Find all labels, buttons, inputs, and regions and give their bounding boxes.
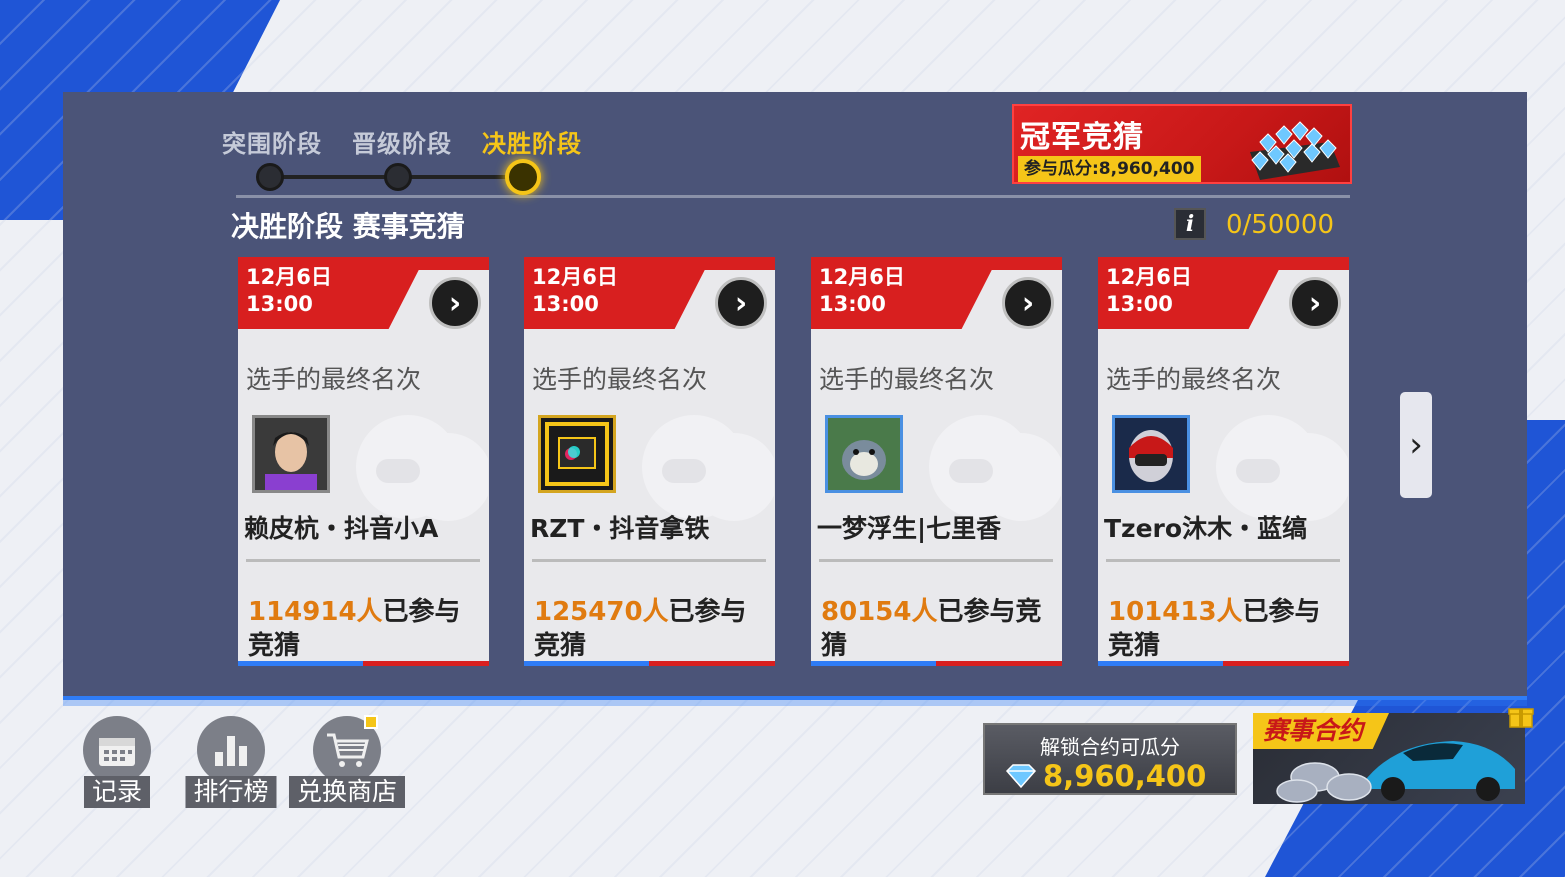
next-page-button[interactable]: › [1400, 392, 1432, 498]
player-name: RZT・抖音拿铁 [530, 514, 710, 543]
divider [236, 195, 1350, 198]
bar-chart-icon [197, 716, 265, 784]
card-bottom-bar [524, 661, 775, 666]
participant-count: 114914人已参与竞猜 [248, 595, 483, 663]
avatar [1112, 415, 1190, 493]
divider [819, 559, 1053, 562]
player-name: 赖皮杭・抖音小A [244, 514, 439, 543]
card-subtitle: 选手的最终名次 [1106, 365, 1282, 394]
record-button[interactable]: 记录 [57, 716, 177, 811]
champion-subtitle: 参与瓜分:8,960,400 [1018, 156, 1201, 182]
stage-dot[interactable] [256, 163, 284, 191]
tab-breakout-stage[interactable]: 突围阶段 [222, 124, 322, 159]
gift-icon[interactable] [1508, 703, 1534, 729]
chevron-right-icon[interactable]: › [1002, 277, 1054, 329]
card-bottom-bar [238, 661, 489, 666]
avatar [538, 415, 616, 493]
stage-dot-active[interactable] [505, 159, 541, 195]
chevron-right-icon[interactable]: › [429, 277, 481, 329]
card-time: 13:00 [246, 292, 313, 316]
chevron-right-icon[interactable]: › [1289, 277, 1341, 329]
tab-promotion-stage[interactable]: 晋级阶段 [352, 124, 452, 159]
player-name: 一梦浮生|七里香 [817, 514, 1002, 543]
player-name: Tzero沐木・蓝缟 [1104, 514, 1308, 543]
card-subtitle: 选手的最终名次 [819, 365, 995, 394]
calendar-icon [83, 716, 151, 784]
participant-count: 125470人已参与竞猜 [534, 595, 769, 663]
champion-guess-banner[interactable]: 冠军竞猜 参与瓜分:8,960,400 [1012, 104, 1352, 184]
card-subtitle: 选手的最终名次 [246, 365, 422, 394]
record-label: 记录 [83, 776, 151, 808]
participant-number: 80154人 [821, 597, 938, 627]
stage-dot[interactable] [384, 163, 412, 191]
chevron-right-icon[interactable]: › [715, 277, 767, 329]
divider [1106, 559, 1340, 562]
card-bottom-bar [1098, 661, 1349, 666]
divider [246, 559, 480, 562]
notification-badge [364, 715, 378, 729]
avatar [825, 415, 903, 493]
participant-count: 101413人已参与竞猜 [1108, 595, 1343, 663]
card-subtitle: 选手的最终名次 [532, 365, 708, 394]
ranking-label: 排行榜 [185, 776, 277, 808]
card-bottom-bar [811, 661, 1062, 666]
participant-number: 114914人 [248, 597, 383, 627]
contract-card-title: 赛事合约 [1253, 713, 1390, 749]
chevron-right-icon: › [1409, 425, 1423, 465]
shop-button[interactable]: 兑换商店 [287, 716, 407, 811]
card-time: 13:00 [819, 292, 886, 316]
diamond-icon [1005, 764, 1037, 789]
card-date: 12月6日 [532, 265, 618, 289]
guess-counter: 0/50000 [1226, 210, 1335, 240]
match-card[interactable]: 12月6日 13:00 › 选手的最终名次 Tzero沐木・蓝缟 101413人… [1098, 257, 1349, 666]
contract-value: 8,960,400 [1043, 759, 1207, 793]
section-title: 决胜阶段 赛事竞猜 [231, 210, 465, 243]
event-contract-card[interactable]: 赛事合约 [1253, 713, 1525, 804]
card-date: 12月6日 [819, 265, 905, 289]
tab-final-stage[interactable]: 决胜阶段 [482, 124, 582, 159]
diamond-pile-icon [1250, 121, 1340, 180]
avatar [252, 415, 330, 493]
stage-tabs: 突围阶段 晋级阶段 决胜阶段 [222, 124, 582, 159]
ranking-button[interactable]: 排行榜 [171, 716, 291, 811]
card-date: 12月6日 [246, 265, 332, 289]
contract-reward-box[interactable]: 解锁合约可瓜分 8,960,400 [983, 723, 1237, 795]
participant-number: 101413人 [1108, 597, 1243, 627]
card-datetime: 12月6日 13:00 [246, 264, 332, 318]
card-time: 13:00 [1106, 292, 1173, 316]
match-card[interactable]: 12月6日 13:00 › 选手的最终名次 赖皮杭・抖音小A 114914人已参… [238, 257, 489, 666]
card-datetime: 12月6日 13:00 [1106, 264, 1192, 318]
match-card[interactable]: 12月6日 13:00 › 选手的最终名次 RZT・抖音拿铁 125470人已参… [524, 257, 775, 666]
contract-label: 解锁合约可瓜分 [1040, 735, 1180, 759]
shop-label: 兑换商店 [288, 776, 406, 808]
card-date: 12月6日 [1106, 265, 1192, 289]
match-card[interactable]: 12月6日 13:00 › 选手的最终名次 一梦浮生|七里香 80154人已参与… [811, 257, 1062, 666]
card-time: 13:00 [532, 292, 599, 316]
champion-title: 冠军竞猜 [1020, 120, 1144, 155]
divider [532, 559, 766, 562]
info-button[interactable]: i [1174, 208, 1206, 240]
card-datetime: 12月6日 13:00 [819, 264, 905, 318]
card-datetime: 12月6日 13:00 [532, 264, 618, 318]
participant-number: 125470人 [534, 597, 669, 627]
participant-count: 80154人已参与竞猜 [821, 595, 1056, 663]
